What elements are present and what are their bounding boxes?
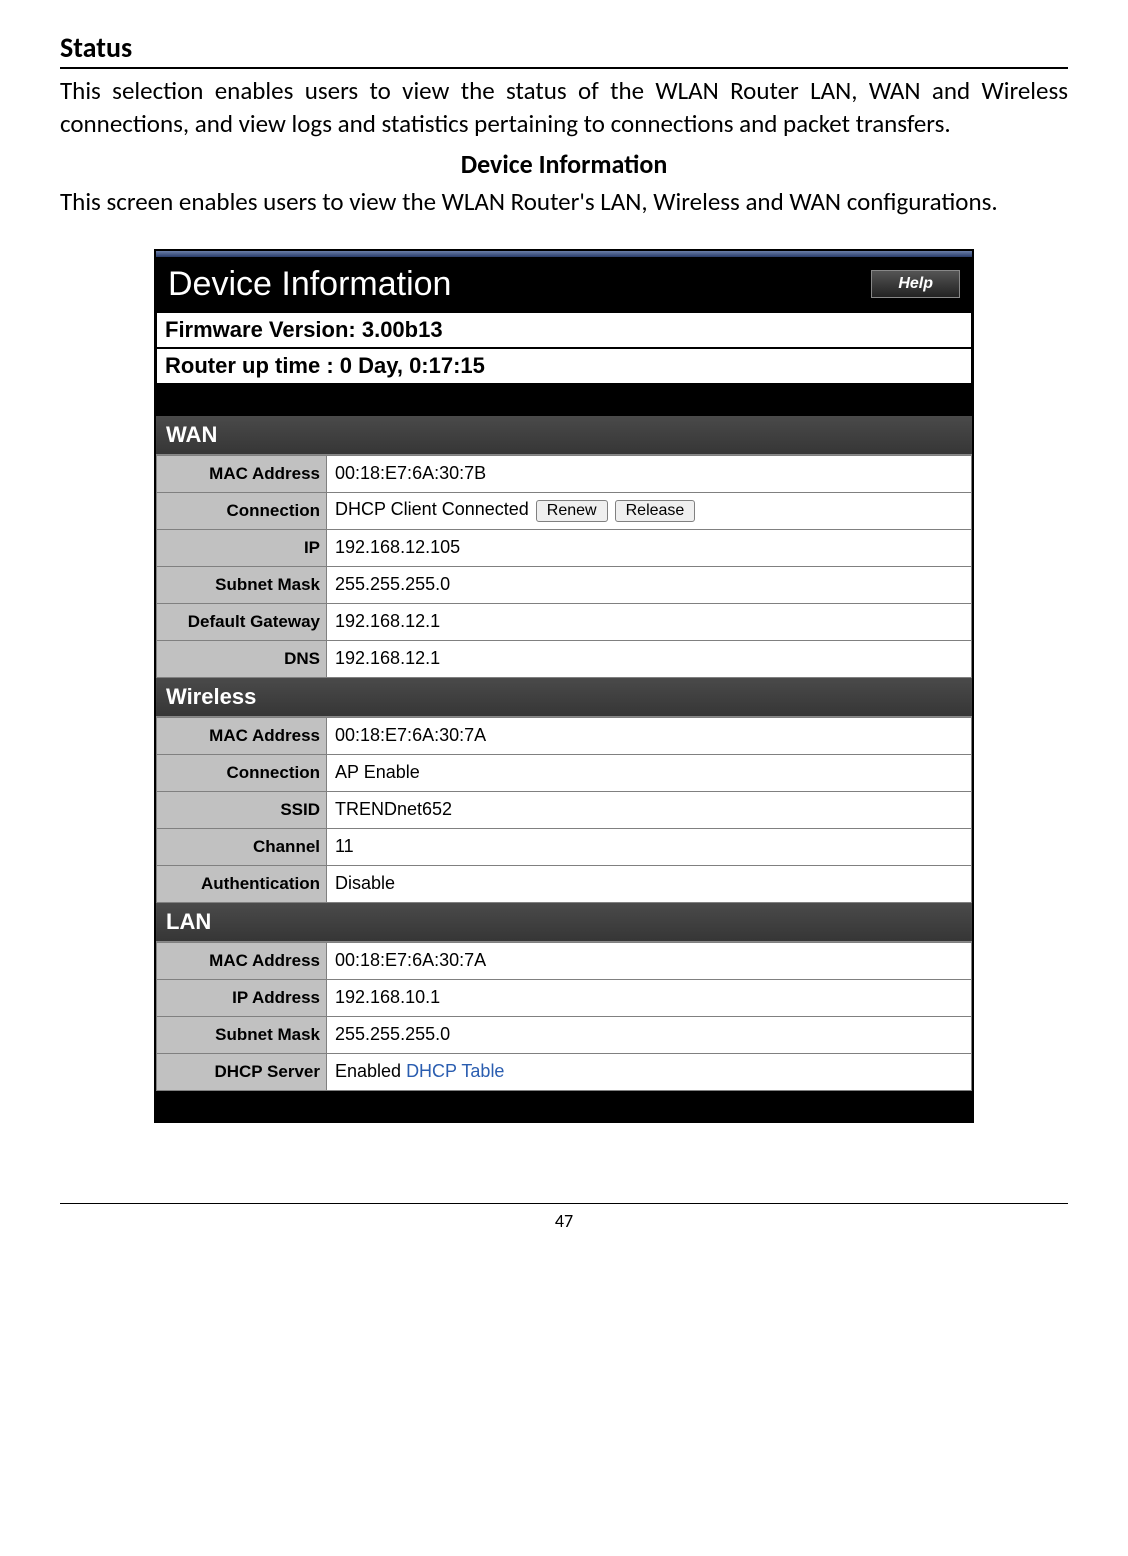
wireless-connection-label: Connection (157, 754, 327, 791)
table-row: Connection DHCP Client Connected Renew R… (157, 492, 972, 529)
table-row: Default Gateway 192.168.12.1 (157, 603, 972, 640)
wan-mask-label: Subnet Mask (157, 566, 327, 603)
subsection-paragraph: This screen enables users to view the WL… (60, 186, 1068, 219)
wan-table: MAC Address 00:18:E7:6A:30:7B Connection… (156, 455, 972, 678)
wan-ip-label: IP (157, 529, 327, 566)
table-row: IP 192.168.12.105 (157, 529, 972, 566)
wan-mac-value: 00:18:E7:6A:30:7B (327, 455, 972, 492)
lan-dhcp-label: DHCP Server (157, 1053, 327, 1090)
device-info-panel: Device Information Help Firmware Version… (154, 249, 974, 1123)
lan-section-header: LAN (156, 903, 972, 942)
wireless-auth-label: Authentication (157, 865, 327, 902)
panel-bottom-bar (156, 1091, 972, 1121)
renew-button[interactable]: Renew (536, 500, 608, 522)
wan-connection-text: DHCP Client Connected (335, 499, 529, 519)
table-row: DNS 192.168.12.1 (157, 640, 972, 677)
lan-table: MAC Address 00:18:E7:6A:30:7A IP Address… (156, 942, 972, 1091)
help-button[interactable]: Help (871, 270, 960, 298)
release-button[interactable]: Release (615, 500, 696, 522)
table-row: Authentication Disable (157, 865, 972, 902)
page-number: 47 (555, 1210, 573, 1232)
lan-ip-label: IP Address (157, 979, 327, 1016)
panel-spacer (156, 384, 972, 416)
table-row: Subnet Mask 255.255.255.0 (157, 1016, 972, 1053)
wan-dns-label: DNS (157, 640, 327, 677)
lan-mac-label: MAC Address (157, 942, 327, 979)
wireless-ssid-label: SSID (157, 791, 327, 828)
page-footer: 47 (60, 1203, 1068, 1232)
wan-ip-value: 192.168.12.105 (327, 529, 972, 566)
dhcp-table-link[interactable]: DHCP Table (406, 1061, 504, 1081)
wireless-auth-value: Disable (327, 865, 972, 902)
firmware-version-bar: Firmware Version: 3.00b13 (156, 312, 972, 348)
table-row: Subnet Mask 255.255.255.0 (157, 566, 972, 603)
lan-mask-label: Subnet Mask (157, 1016, 327, 1053)
wan-dns-value: 192.168.12.1 (327, 640, 972, 677)
wireless-channel-value: 11 (327, 828, 972, 865)
table-row: MAC Address 00:18:E7:6A:30:7A (157, 942, 972, 979)
table-row: DHCP Server Enabled DHCP Table (157, 1053, 972, 1090)
lan-dhcp-status: Enabled (335, 1061, 406, 1081)
wireless-ssid-value: TRENDnet652 (327, 791, 972, 828)
wan-connection-value: DHCP Client Connected Renew Release (327, 492, 972, 529)
table-row: Channel 11 (157, 828, 972, 865)
wireless-connection-value: AP Enable (327, 754, 972, 791)
intro-paragraph: This selection enables users to view the… (60, 75, 1068, 140)
wireless-channel-label: Channel (157, 828, 327, 865)
wan-connection-label: Connection (157, 492, 327, 529)
wan-gateway-value: 192.168.12.1 (327, 603, 972, 640)
lan-ip-value: 192.168.10.1 (327, 979, 972, 1016)
section-heading: Status (60, 30, 1068, 69)
wireless-table: MAC Address 00:18:E7:6A:30:7A Connection… (156, 717, 972, 903)
subsection-heading: Device Information (60, 148, 1068, 180)
table-row: MAC Address 00:18:E7:6A:30:7B (157, 455, 972, 492)
wan-section-header: WAN (156, 416, 972, 455)
table-row: SSID TRENDnet652 (157, 791, 972, 828)
uptime-bar: Router up time : 0 Day, 0:17:15 (156, 348, 972, 384)
wireless-mac-label: MAC Address (157, 717, 327, 754)
wireless-mac-value: 00:18:E7:6A:30:7A (327, 717, 972, 754)
wan-mask-value: 255.255.255.0 (327, 566, 972, 603)
table-row: Connection AP Enable (157, 754, 972, 791)
lan-mac-value: 00:18:E7:6A:30:7A (327, 942, 972, 979)
table-row: MAC Address 00:18:E7:6A:30:7A (157, 717, 972, 754)
panel-title: Device Information (168, 265, 451, 304)
wan-gateway-label: Default Gateway (157, 603, 327, 640)
table-row: IP Address 192.168.10.1 (157, 979, 972, 1016)
lan-mask-value: 255.255.255.0 (327, 1016, 972, 1053)
wan-mac-label: MAC Address (157, 455, 327, 492)
wireless-section-header: Wireless (156, 678, 972, 717)
lan-dhcp-value: Enabled DHCP Table (327, 1053, 972, 1090)
